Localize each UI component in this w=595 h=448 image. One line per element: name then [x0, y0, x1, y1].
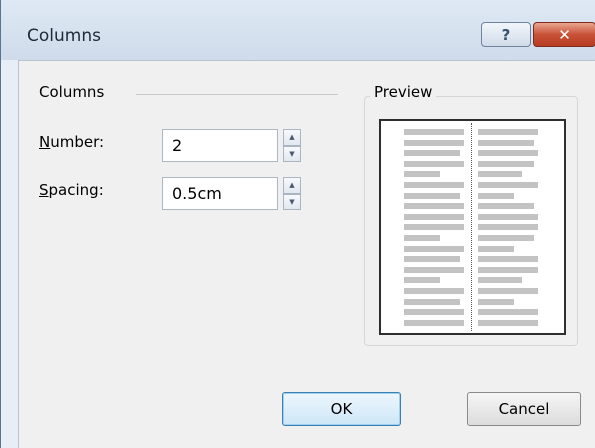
preview-right-line: [478, 266, 538, 273]
preview-left-line: [404, 182, 464, 188]
number-spinner[interactable]: ▲ ▼: [283, 129, 301, 162]
preview-right-line: [478, 129, 538, 135]
preview-left-line: [404, 245, 464, 252]
preview-right-line: [478, 256, 538, 263]
number-label-text: umber:: [50, 133, 105, 151]
preview-right-line: [478, 150, 538, 157]
preview-page: [379, 119, 566, 335]
preview-left-line: [404, 192, 460, 199]
preview-left-line: [404, 213, 464, 220]
preview-left-line: [404, 298, 460, 305]
preview-right-line: [478, 224, 538, 231]
preview-left-line: [404, 319, 464, 326]
close-button[interactable]: ✕: [533, 22, 595, 47]
column-divider: [471, 123, 472, 331]
spacing-spinner[interactable]: ▲ ▼: [283, 177, 301, 210]
preview-right-line: [478, 288, 538, 294]
spacing-input[interactable]: 0.5cm: [162, 177, 278, 210]
preview-left-line: [404, 171, 440, 178]
preview-right-line: [478, 277, 522, 284]
help-icon: ?: [501, 25, 511, 44]
spacing-mnemonic: S: [39, 181, 49, 199]
spin-up-icon[interactable]: ▲: [283, 177, 301, 194]
preview-left-line: [404, 203, 464, 210]
preview-left-line: [404, 160, 464, 167]
ok-button[interactable]: OK: [282, 392, 401, 426]
preview-label: Preview: [370, 83, 437, 101]
group-separator: [136, 94, 338, 95]
number-input[interactable]: 2: [162, 129, 278, 162]
dialog-body: Columns Number: 2 ▲ ▼ Spacing: 0.5cm ▲ ▼…: [18, 60, 595, 448]
preview-right-line: [478, 319, 538, 326]
preview-left-line: [404, 150, 460, 157]
preview-left-line: [404, 224, 464, 231]
preview-left-line: [404, 256, 460, 263]
dialog-title: Columns: [27, 26, 101, 46]
preview-right-line: [478, 213, 538, 220]
preview-left-line: [404, 266, 464, 273]
spin-down-icon[interactable]: ▼: [283, 145, 301, 162]
preview-right-line: [478, 182, 538, 188]
help-button[interactable]: ?: [481, 22, 531, 47]
cancel-button[interactable]: Cancel: [467, 392, 581, 426]
columns-group-label: Columns: [39, 83, 105, 101]
number-label: Number:: [39, 133, 104, 151]
preview-right-line: [478, 309, 538, 316]
preview-right-line: [478, 298, 514, 305]
spacing-label: Spacing:: [39, 181, 104, 199]
preview-right-line: [478, 192, 514, 199]
preview-left-line: [404, 139, 464, 146]
spin-down-icon[interactable]: ▼: [283, 193, 301, 210]
title-bar[interactable]: Columns ? ✕: [1, 0, 595, 60]
preview-left-line: [404, 129, 464, 135]
preview-left-line: [404, 309, 464, 316]
number-mnemonic: N: [39, 133, 51, 151]
preview-right-line: [478, 245, 514, 252]
columns-dialog: Columns ? ✕ Columns Number: 2 ▲ ▼ Spacin…: [0, 0, 595, 448]
spin-up-icon[interactable]: ▲: [283, 129, 301, 146]
close-icon: ✕: [558, 25, 571, 44]
preview-right-line: [478, 235, 534, 241]
preview-left-line: [404, 288, 464, 294]
spacing-label-text: pacing:: [48, 181, 104, 199]
preview-right-line: [478, 171, 522, 178]
preview-left-line: [404, 235, 440, 241]
preview-left-line: [404, 277, 440, 284]
preview-right-line: [478, 139, 534, 146]
preview-right-line: [478, 160, 534, 167]
preview-right-line: [478, 203, 534, 210]
